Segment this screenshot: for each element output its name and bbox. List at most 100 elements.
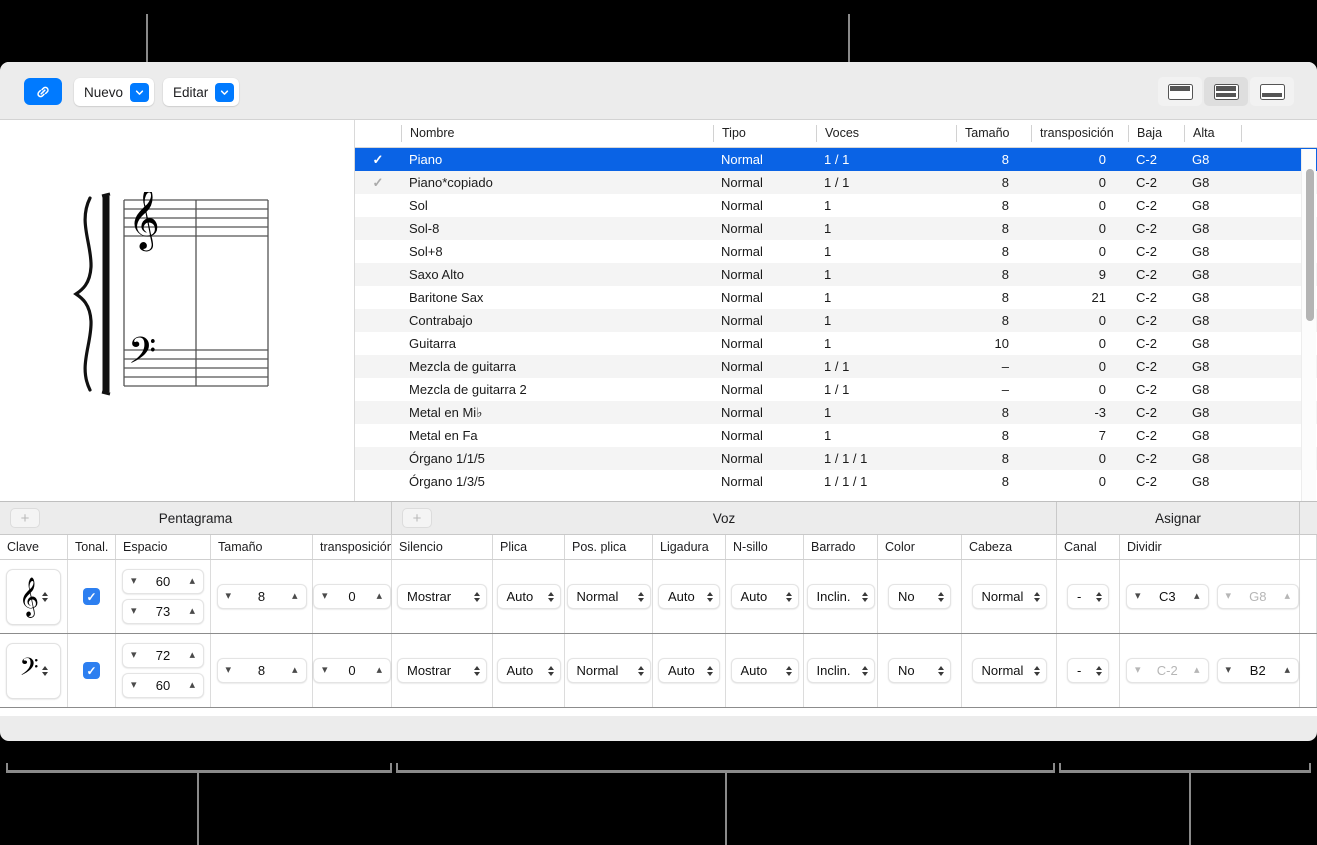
table-row[interactable]: Órgano 1/1/5Normal1 / 1 / 180C-2G8 [355,447,1317,470]
tamano-stepper[interactable]: ▾8▴ [217,658,307,683]
clef-picker[interactable]: 𝄢 [6,643,61,699]
popup-arrows-icon[interactable] [1096,592,1102,602]
n-sillo-popup[interactable]: Auto [731,658,799,683]
popup-arrows-icon[interactable] [862,666,868,676]
table-row[interactable]: Metal en FaNormal187C-2G8 [355,424,1317,447]
column-header-tamano[interactable]: Tamaño [956,125,1031,142]
color-popup[interactable]: No [888,658,951,683]
plus-icon[interactable]: + [402,508,432,528]
table-row[interactable]: Mezcla de guitarra 2Normal1 / 1–0C-2G8 [355,378,1317,401]
chevron-down-icon[interactable] [215,83,234,102]
plica-popup[interactable]: Auto [497,584,561,609]
table-row[interactable]: Metal en Mi♭Normal18-3C-2G8 [355,401,1317,424]
table-row[interactable]: GuitarraNormal1100C-2G8 [355,332,1317,355]
popup-arrows-icon[interactable] [1034,592,1040,602]
view-bottom-button[interactable] [1250,77,1294,106]
popup-arrows-icon[interactable] [548,592,554,602]
barrado-popup[interactable]: Inclin. [807,658,875,683]
color-popup[interactable]: No [888,584,951,609]
column-header-alta[interactable]: Alta [1184,125,1241,142]
column-header-transposicion[interactable]: transposición [1031,125,1128,142]
popup-arrows-icon[interactable] [548,666,554,676]
popup-arrows-icon[interactable] [707,592,713,602]
dividir-low-stepper[interactable]: ▾C-2▴ [1126,658,1209,683]
table-row[interactable]: Mezcla de guitarraNormal1 / 1–0C-2G8 [355,355,1317,378]
transposicion-stepper[interactable]: ▾0▴ [313,658,391,683]
espacio-bottom-stepper[interactable]: ▾60▴ [122,673,204,698]
row-checkmark[interactable]: ✓ [355,152,401,168]
ligadura-popup[interactable]: Auto [658,584,720,609]
table-scrollbar[interactable] [1301,149,1316,501]
dividir-high-stepper[interactable]: ▾G8▴ [1217,584,1300,609]
tonal-checkbox[interactable]: ✓ [83,662,100,679]
stepper-arrows-icon[interactable] [42,592,48,602]
espacio-top-stepper[interactable]: ▾72▴ [122,643,204,668]
canal-popup[interactable]: - [1067,584,1109,609]
popup-arrows-icon[interactable] [474,592,480,602]
popup-arrows-icon[interactable] [474,666,480,676]
stepper-up-icon[interactable]: ▴ [1194,665,1200,676]
ligadura-popup[interactable]: Auto [658,658,720,683]
stepper-up-icon[interactable]: ▴ [292,665,298,676]
barrado-popup[interactable]: Inclin. [807,584,875,609]
popup-arrows-icon[interactable] [786,592,792,602]
stepper-up-icon[interactable]: ▴ [292,591,298,602]
popup-arrows-icon[interactable] [707,666,713,676]
popup-arrows-icon[interactable] [786,666,792,676]
table-row[interactable]: Sol+8Normal180C-2G8 [355,240,1317,263]
plus-icon[interactable]: + [10,508,40,528]
popup-arrows-icon[interactable] [938,592,944,602]
edit-button[interactable]: Editar [163,78,239,106]
grand-staff-preview[interactable]: 𝄞 𝄢 [0,120,355,501]
popup-arrows-icon[interactable] [638,666,644,676]
stepper-up-icon[interactable]: ▴ [376,665,382,676]
plica-popup[interactable]: Auto [497,658,561,683]
silencio-popup[interactable]: Mostrar [397,658,487,683]
table-row[interactable]: Saxo AltoNormal189C-2G8 [355,263,1317,286]
stepper-up-icon[interactable]: ▴ [1284,591,1290,602]
cabeza-popup[interactable]: Normal [972,658,1047,683]
stepper-up-icon[interactable]: ▴ [1284,665,1290,676]
table-row[interactable]: SolNormal180C-2G8 [355,194,1317,217]
new-button[interactable]: Nuevo [74,78,154,106]
view-split-button[interactable] [1204,77,1248,106]
canal-popup[interactable]: - [1067,658,1109,683]
row-checkmark[interactable]: ✓ [355,175,401,191]
n-sillo-popup[interactable]: Auto [731,584,799,609]
dividir-high-stepper[interactable]: ▾B2▴ [1217,658,1300,683]
popup-arrows-icon[interactable] [862,592,868,602]
popup-arrows-icon[interactable] [1096,666,1102,676]
clef-picker[interactable]: 𝄞 [6,569,61,625]
table-row[interactable]: Sol-8Normal180C-2G8 [355,217,1317,240]
popup-arrows-icon[interactable] [1034,666,1040,676]
cabeza-popup[interactable]: Normal [972,584,1047,609]
column-header-check[interactable] [355,125,401,142]
column-header-nombre[interactable]: Nombre [401,125,713,142]
stepper-up-icon[interactable]: ▴ [189,606,195,617]
stepper-up-icon[interactable]: ▴ [189,650,195,661]
link-icon[interactable] [24,78,62,105]
dividir-low-stepper[interactable]: ▾C3▴ [1126,584,1209,609]
stepper-arrows-icon[interactable] [42,666,48,676]
table-row[interactable]: ContrabajoNormal180C-2G8 [355,309,1317,332]
view-top-button[interactable] [1158,77,1202,106]
table-row[interactable]: Baritone SaxNormal1821C-2G8 [355,286,1317,309]
tonal-checkbox[interactable]: ✓ [83,588,100,605]
transposicion-stepper[interactable]: ▾0▴ [313,584,391,609]
pos-plica-popup[interactable]: Normal [567,584,651,609]
tamano-stepper[interactable]: ▾8▴ [217,584,307,609]
column-header-voces[interactable]: Voces [816,125,956,142]
stepper-up-icon[interactable]: ▴ [1194,591,1200,602]
table-row[interactable]: ✓PianoNormal1 / 180C-2G8 [355,148,1317,171]
popup-arrows-icon[interactable] [638,592,644,602]
espacio-bottom-stepper[interactable]: ▾73▴ [122,599,204,624]
table-row[interactable]: ✓Piano*copiadoNormal1 / 180C-2G8 [355,171,1317,194]
stepper-up-icon[interactable]: ▴ [189,680,195,691]
popup-arrows-icon[interactable] [938,666,944,676]
stepper-up-icon[interactable]: ▴ [189,576,195,587]
column-header-baja[interactable]: Baja [1128,125,1184,142]
espacio-top-stepper[interactable]: ▾60▴ [122,569,204,594]
chevron-down-icon[interactable] [130,83,149,102]
table-row[interactable]: Órgano 1/3/5Normal1 / 1 / 180C-2G8 [355,470,1317,493]
column-header-tipo[interactable]: Tipo [713,125,816,142]
